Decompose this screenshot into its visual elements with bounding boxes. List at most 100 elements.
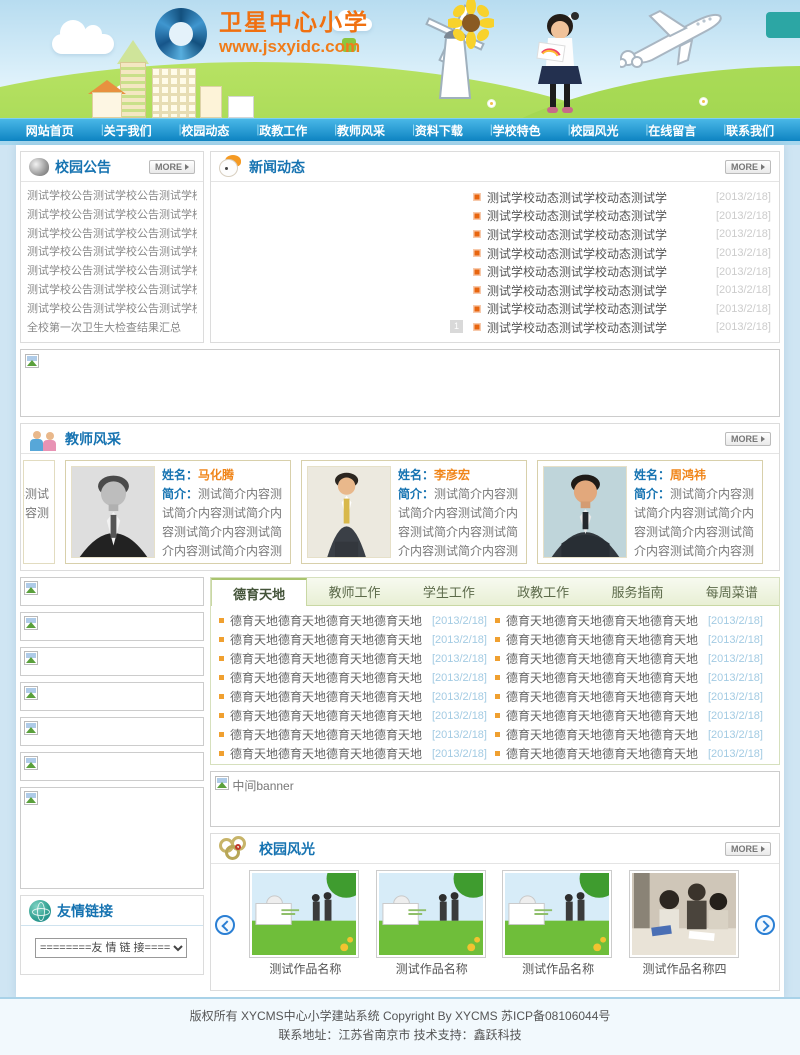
- announcement-item[interactable]: 测试学校公告测试学校公告测试学校公告: [27, 281, 197, 300]
- logo-swirl-icon: [155, 8, 207, 60]
- tab-list-item[interactable]: 德育天地德育天地德育天地德育天地[2013/2/18]: [495, 706, 771, 725]
- teacher-card[interactable]: 姓名：周鸿祎 简介：测试简介内容测试简介内容测试简介内容测试简介内容测试简介内容…: [537, 460, 763, 564]
- tab-service-guide[interactable]: 服务指南: [590, 578, 684, 605]
- tab-list-item[interactable]: 德育天地德育天地德育天地德育天地[2013/2/18]: [219, 611, 495, 630]
- tab-list-item[interactable]: 德育天地德育天地德育天地德育天地[2013/2/18]: [219, 687, 495, 706]
- tab-weekly-menu[interactable]: 每周菜谱: [685, 578, 779, 605]
- tab-list-item[interactable]: 德育天地德育天地德育天地德育天地[2013/2/18]: [495, 744, 771, 763]
- teacher-card[interactable]: 姓名：马化腾 简介：测试简介内容测试简介内容测试简介内容测试简介内容测试简介内容…: [65, 460, 291, 564]
- teacher-photo: [307, 466, 391, 558]
- news-more-button[interactable]: MORE: [725, 160, 771, 174]
- tab-student-work[interactable]: 学生工作: [402, 578, 496, 605]
- carousel-next-button[interactable]: [755, 915, 775, 935]
- announcement-item[interactable]: 测试学校公告测试学校公告测试学校公告: [27, 300, 197, 319]
- news-item[interactable]: 测试学校动态测试学校动态测试学[2013/2/18]: [473, 262, 771, 281]
- broken-image-icon: [215, 776, 229, 790]
- sidebar-banner[interactable]: [20, 577, 204, 606]
- nav-item-contact[interactable]: 联系我们: [722, 122, 778, 139]
- scenery-card[interactable]: 测试作品名称: [249, 870, 361, 980]
- nav-item-scenery[interactable]: 校园风光: [566, 122, 622, 139]
- news-item[interactable]: 测试学校动态测试学校动态测试学[2013/2/18]: [473, 318, 771, 337]
- friendly-links-select[interactable]: ========友 情 链 接=======: [35, 938, 187, 958]
- sidebar-banner[interactable]: [20, 682, 204, 711]
- announcements-more-button[interactable]: MORE: [149, 160, 195, 174]
- tab-moral-education[interactable]: 德育天地: [211, 578, 307, 606]
- nav-item-home[interactable]: 网站首页: [22, 122, 78, 139]
- announcement-item[interactable]: 测试学校公告测试学校公告测试学校公告: [27, 206, 197, 225]
- announcement-item[interactable]: 测试学校公告测试学校公告测试学校公告: [27, 243, 197, 262]
- tab-list-item[interactable]: 德育天地德育天地德育天地德育天地[2013/2/18]: [495, 630, 771, 649]
- item-date: [2013/2/18]: [432, 653, 487, 665]
- tab-list-item[interactable]: 德育天地德育天地德育天地德育天地[2013/2/18]: [495, 725, 771, 744]
- tab-list-item[interactable]: 德育天地德育天地德育天地德育天地[2013/2/18]: [219, 725, 495, 744]
- carousel-prev-button[interactable]: [215, 915, 235, 935]
- scenery-card[interactable]: 测试作品名称四: [629, 870, 741, 980]
- item-date: [2013/2/18]: [708, 634, 763, 646]
- sidebar-banner[interactable]: [20, 717, 204, 746]
- scenery-carousel: 测试作品名称: [235, 870, 755, 980]
- news-item[interactable]: 测试学校动态测试学校动态测试学[2013/2/18]: [473, 281, 771, 300]
- scenery-image: [629, 870, 739, 958]
- broken-image-icon: [24, 616, 38, 630]
- rings-icon: [219, 836, 253, 862]
- tab-list-item[interactable]: 德育天地德育天地德育天地德育天地[2013/2/18]: [495, 668, 771, 687]
- tab-list-item[interactable]: 德育天地德育天地德育天地德育天地[2013/2/18]: [495, 649, 771, 668]
- sidebar-banner[interactable]: [20, 612, 204, 641]
- building-illustration: [152, 68, 196, 118]
- scenery-caption: 测试作品名称四: [629, 958, 741, 980]
- nav-item-teachers[interactable]: 教师风采: [333, 122, 389, 139]
- nav-item-about[interactable]: 关于我们: [100, 122, 156, 139]
- middle-banner[interactable]: 中间banner: [210, 771, 780, 827]
- scenery-caption: 测试作品名称: [376, 958, 488, 980]
- news-date: [2013/2/18]: [716, 191, 771, 203]
- teacher-card-partial[interactable]: 姓名：马化腾 简介：测试简介内容测试简介内容测试简介内容测试简介内容测试简介内容…: [23, 460, 55, 564]
- tab-list-item[interactable]: 德育天地德育天地德育天地德育天地[2013/2/18]: [219, 649, 495, 668]
- news-image-slider[interactable]: 1: [217, 186, 469, 337]
- tab-list-item[interactable]: 德育天地德育天地德育天地德育天地[2013/2/18]: [495, 611, 771, 630]
- nav-item-guestbook[interactable]: 在线留言: [644, 122, 700, 139]
- nav-item-political-edu[interactable]: 政教工作: [255, 122, 311, 139]
- broken-image-icon: [25, 354, 39, 368]
- sidebar-banner-large[interactable]: [20, 787, 204, 889]
- item-date: [2013/2/18]: [432, 634, 487, 646]
- announcement-item[interactable]: 测试学校公告测试学校公告测试学校公告: [27, 187, 197, 206]
- tab-teacher-work[interactable]: 教师工作: [307, 578, 401, 605]
- news-item[interactable]: 测试学校动态测试学校动态测试学[2013/2/18]: [473, 207, 771, 226]
- nav-item-features[interactable]: 学校特色: [489, 122, 545, 139]
- scenery-card[interactable]: 测试作品名称: [376, 870, 488, 980]
- announcement-icon: [29, 158, 49, 176]
- teachers-more-button[interactable]: MORE: [725, 432, 771, 446]
- teachers-panel: 教师风采 MORE 姓名：马化腾 简介：测试简介内容测试简介内容测试简介内容测试…: [20, 423, 780, 571]
- scenery-more-button[interactable]: MORE: [725, 842, 771, 856]
- tab-political-work[interactable]: 政教工作: [496, 578, 590, 605]
- tab-list-item[interactable]: 德育天地德育天地德育天地德育天地[2013/2/18]: [219, 706, 495, 725]
- tab-list-item[interactable]: 德育天地德育天地德育天地德育天地[2013/2/18]: [219, 744, 495, 763]
- teal-badge-decoration: [766, 12, 800, 38]
- teacher-card[interactable]: 姓名：李彦宏 简介：测试简介内容测试简介内容测试简介内容测试简介内容测试简介内容…: [301, 460, 527, 564]
- top-banner[interactable]: [20, 349, 780, 417]
- news-item[interactable]: 测试学校动态测试学校动态测试学[2013/2/18]: [473, 188, 771, 207]
- people-icon: [29, 427, 59, 451]
- nav-item-downloads[interactable]: 资料下载: [411, 122, 467, 139]
- tab-list-item[interactable]: 德育天地德育天地德育天地德育天地[2013/2/18]: [219, 630, 495, 649]
- news-title: 新闻动态: [249, 157, 725, 177]
- tab-list-item[interactable]: 德育天地德育天地德育天地德育天地[2013/2/18]: [219, 668, 495, 687]
- slider-page-button[interactable]: 1: [450, 320, 463, 333]
- scenery-card[interactable]: 测试作品名称: [502, 870, 614, 980]
- scenery-image: [502, 870, 612, 958]
- site-logo[interactable]: 卫星中心小学 www.jsxyidc.com: [155, 8, 369, 60]
- bullet-icon: [495, 694, 500, 699]
- site-footer: 版权所有 XYCMS中心小学建站系统 Copyright By XYCMS 苏I…: [0, 997, 800, 1055]
- news-date: [2013/2/18]: [716, 228, 771, 240]
- announcement-item[interactable]: 测试学校公告测试学校公告测试学校公告: [27, 225, 197, 244]
- announcement-item[interactable]: 测试学校公告测试学校公告测试学校公告: [27, 262, 197, 281]
- announcement-item[interactable]: 全校第一次卫生大检查结果汇总: [27, 319, 197, 338]
- teacher-photo: [71, 466, 155, 558]
- nav-item-campus-news[interactable]: 校园动态: [177, 122, 233, 139]
- news-item[interactable]: 测试学校动态测试学校动态测试学[2013/2/18]: [473, 225, 771, 244]
- news-item[interactable]: 测试学校动态测试学校动态测试学[2013/2/18]: [473, 244, 771, 263]
- sidebar-banner[interactable]: [20, 752, 204, 781]
- tab-list-item[interactable]: 德育天地德育天地德育天地德育天地[2013/2/18]: [495, 687, 771, 706]
- sidebar-banner[interactable]: [20, 647, 204, 676]
- news-item[interactable]: 测试学校动态测试学校动态测试学[2013/2/18]: [473, 300, 771, 319]
